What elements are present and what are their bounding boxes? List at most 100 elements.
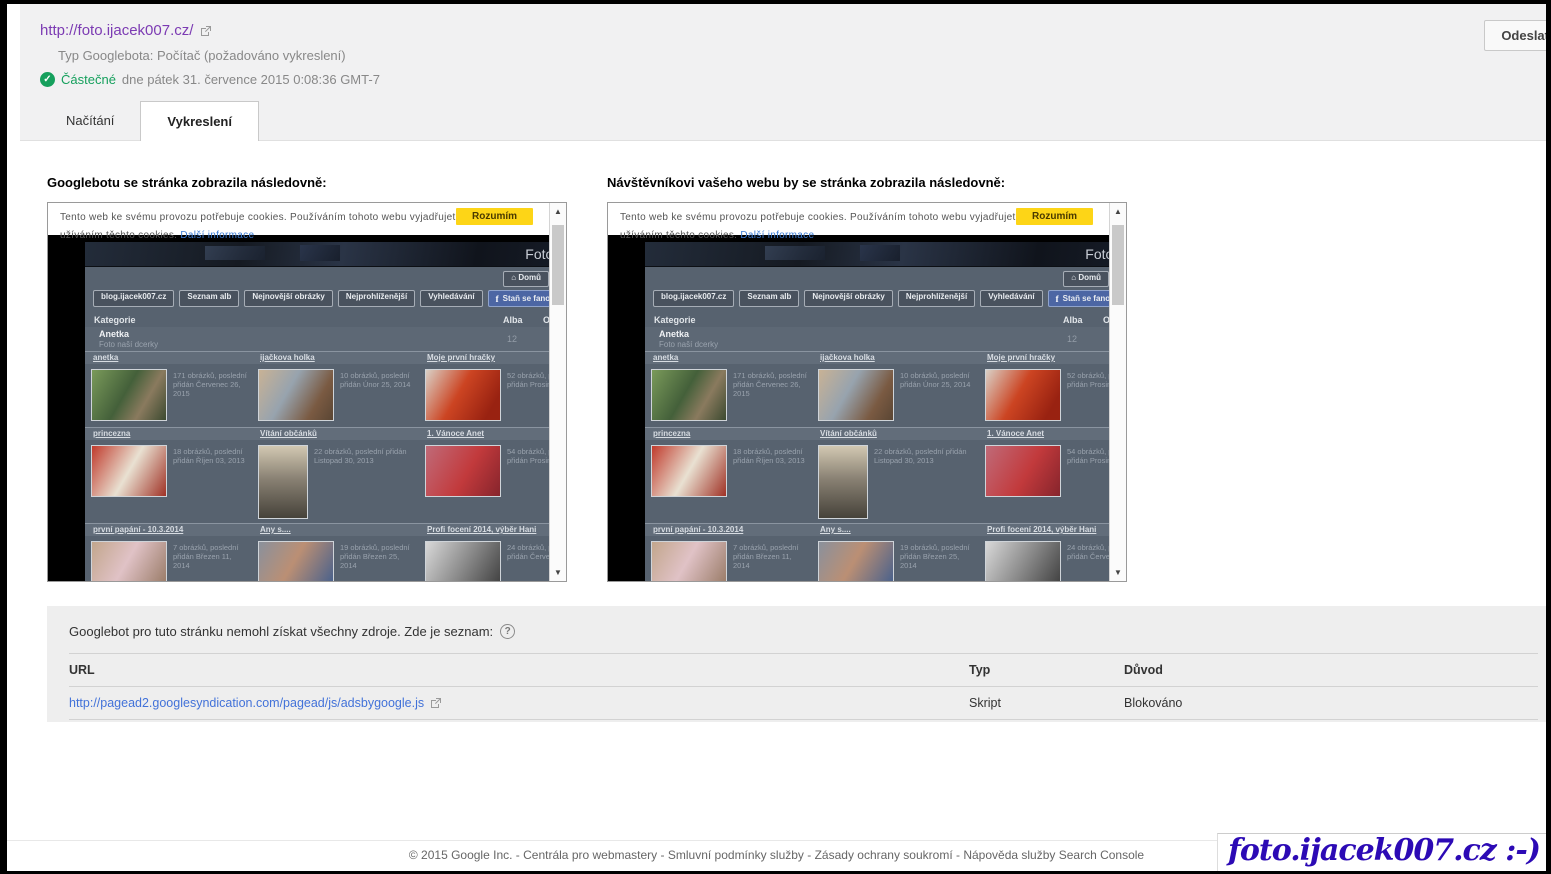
album-cell: první papání - 10.3.2014 7 obrázků, posl… <box>85 523 252 581</box>
album-link: Moje první hračky <box>419 352 549 364</box>
album-cell: ijačkova holka 10 obrázků, poslední přid… <box>812 351 979 427</box>
status-check-icon: ✓ <box>40 72 55 87</box>
home-icon: ⌂ <box>1071 273 1076 282</box>
help-icon[interactable]: ? <box>500 624 515 639</box>
facebook-icon: f <box>1056 294 1059 304</box>
album-cell: 1. Vánoce Anet 54 obrázků, poslední přid… <box>419 427 549 523</box>
column-header-typ: Typ <box>969 654 1124 687</box>
album-thumbnail <box>985 445 1061 497</box>
album-grid: anetka 171 obrázků, poslední přidán Červ… <box>645 351 1109 581</box>
tab-vykresleni[interactable]: Vykreslení <box>140 101 259 141</box>
album-cell: Any s.... 19 obrázků, poslední přidán Bř… <box>252 523 419 581</box>
site-title: Foto.Ijacek007.cz <box>525 246 549 262</box>
footer-link-privacy[interactable]: Zásady ochrany soukromí <box>804 848 953 862</box>
cookie-accept-button: Rozumím <box>456 208 533 225</box>
cookie-accept-button: Rozumím <box>1016 208 1093 225</box>
album-cell: anetka 171 obrázků, poslední přidán Červ… <box>85 351 252 427</box>
cookie-info-link: Další informace <box>180 230 254 241</box>
scroll-up-icon[interactable]: ▲ <box>1110 207 1126 216</box>
tab-nacitani[interactable]: Načítání <box>40 101 140 140</box>
album-cell: první papání - 10.3.2014 7 obrázků, posl… <box>645 523 812 581</box>
album-cell: Profi focení 2014, výběr Hani 24 obrázků… <box>979 523 1109 581</box>
preview-scrollbar[interactable]: ▲ ▼ <box>549 203 566 581</box>
site-nav-bar: blog.ijacek007.cz Seznam alb Nejnovější … <box>645 287 1109 307</box>
site-header-banner: Foto.Ijacek007.cz <box>85 242 549 267</box>
site-nav-blog: blog.ijacek007.cz <box>93 290 174 307</box>
site-home-button: ⌂ Domů <box>1063 271 1109 287</box>
album-link: Any s.... <box>252 524 419 536</box>
external-link-icon <box>430 697 442 709</box>
blocked-resources-table: URL Typ Důvod http://pagead2.googlesyndi… <box>69 653 1538 720</box>
site-nav-seznam-alb: Seznam alb <box>179 290 239 307</box>
album-link: anetka <box>645 352 812 364</box>
blocked-resources-box: Googlebot pro tuto stránku nemohl získat… <box>47 606 1546 722</box>
site-nav-nejprohlizenejsi: Nejprohlíženější <box>338 290 415 307</box>
scrollbar-thumb[interactable] <box>552 225 564 305</box>
album-cell: princezna 18 obrázků, poslední přidán Ří… <box>85 427 252 523</box>
album-cell: Vítání občánků 22 obrázků, poslední přid… <box>812 427 979 523</box>
cookie-notice-bar: Tento web ke svému provozu potřebuje coo… <box>608 203 1109 235</box>
footer-link-terms[interactable]: Smluvní podmínky služby <box>657 848 804 862</box>
site-nav-seznam-alb: Seznam alb <box>739 290 799 307</box>
resource-type-cell: Skript <box>969 687 1124 720</box>
render-preview-frame: Tento web ke svému provozu potřebuje coo… <box>607 202 1127 582</box>
site-nav-nejnovejsi: Nejnovější obrázky <box>244 290 332 307</box>
column-header-url: URL <box>69 654 969 687</box>
facebook-icon: f <box>496 294 499 304</box>
album-thumbnail <box>985 541 1061 581</box>
table-row: http://pagead2.googlesyndication.com/pag… <box>69 687 1538 720</box>
album-thumbnail <box>258 541 334 581</box>
album-thumbnail <box>425 369 501 421</box>
album-cell: Moje první hračky 52 obrázků, poslední p… <box>419 351 549 427</box>
render-preview-image: Tento web ke svému provozu potřebuje coo… <box>48 203 549 581</box>
album-link: 1. Vánoce Anet <box>979 428 1109 440</box>
visitor-preview-container: Tento web ke svému provozu potřebuje coo… <box>607 202 1127 582</box>
site-header-banner: Foto.Ijacek007.cz <box>645 242 1109 267</box>
album-grid: anetka 171 obrázků, poslední přidán Červ… <box>85 351 549 581</box>
home-icon: ⌂ <box>511 273 516 282</box>
visitor-preview-heading: Návštěvníkovi vašeho webu by se stránka … <box>607 175 1127 190</box>
album-thumbnail <box>818 369 894 421</box>
site-facebook-button: fStaň se fanouškem na facebooku. <box>488 290 549 307</box>
album-link: Vítání občánků <box>252 428 419 440</box>
album-cell: Vítání občánků 22 obrázků, poslední přid… <box>252 427 419 523</box>
fetched-url-link[interactable]: http://foto.ijacek007.cz/ <box>40 22 193 39</box>
footer-link-help[interactable]: Nápověda služby Search Console <box>953 848 1144 862</box>
site-nav-vyhledavani: Vyhledávání <box>980 290 1042 307</box>
rendered-site: Foto.Ijacek007.cz ⌂ Domů blog.ijacek007.… <box>48 235 549 581</box>
album-link: Any s.... <box>812 524 979 536</box>
album-thumbnail <box>425 445 501 497</box>
album-cell: 1. Vánoce Anet 54 obrázků, poslední přid… <box>979 427 1109 523</box>
album-thumbnail <box>91 369 167 421</box>
blocked-resource-url-link[interactable]: http://pagead2.googlesyndication.com/pag… <box>69 696 424 710</box>
album-thumbnail <box>985 369 1061 421</box>
album-thumbnail <box>651 445 727 497</box>
preview-scrollbar[interactable]: ▲ ▼ <box>1109 203 1126 581</box>
submit-button[interactable]: Odeslat <box>1484 20 1551 51</box>
external-link-icon <box>200 25 212 37</box>
album-link: Moje první hračky <box>979 352 1109 364</box>
googlebot-type-text: Typ Googlebota: Počítač (požadováno vykr… <box>58 48 1546 63</box>
site-category-row: Anetka Foto naší dcerky 12 <box>85 327 549 351</box>
album-thumbnail <box>651 369 727 421</box>
scroll-down-icon[interactable]: ▼ <box>1110 568 1126 577</box>
site-table-header: Kategorie Alba Obrázky <box>645 313 1109 327</box>
tab-bar: Načítání Vykreslení <box>40 101 1546 140</box>
column-header-duvod: Důvod <box>1124 654 1538 687</box>
scroll-up-icon[interactable]: ▲ <box>550 207 566 216</box>
site-nav-nejnovejsi: Nejnovější obrázky <box>804 290 892 307</box>
album-link: Profi focení 2014, výběr Hani <box>979 524 1109 536</box>
render-preview-frame: Tento web ke svému provozu potřebuje coo… <box>47 202 567 582</box>
album-thumbnail <box>425 541 501 581</box>
site-title: Foto.Ijacek007.cz <box>1085 246 1109 262</box>
footer-link-webmasters[interactable]: Centrála pro webmastery <box>512 848 657 862</box>
album-cell: ijačkova holka 10 obrázků, poslední přid… <box>252 351 419 427</box>
scroll-down-icon[interactable]: ▼ <box>550 568 566 577</box>
album-link: první papání - 10.3.2014 <box>85 524 252 536</box>
album-thumbnail <box>818 445 868 519</box>
scrollbar-thumb[interactable] <box>1112 225 1124 305</box>
album-link: princezna <box>645 428 812 440</box>
status-timestamp: dne pátek 31. července 2015 0:08:36 GMT-… <box>122 72 380 87</box>
album-link: princezna <box>85 428 252 440</box>
album-link: 1. Vánoce Anet <box>419 428 549 440</box>
